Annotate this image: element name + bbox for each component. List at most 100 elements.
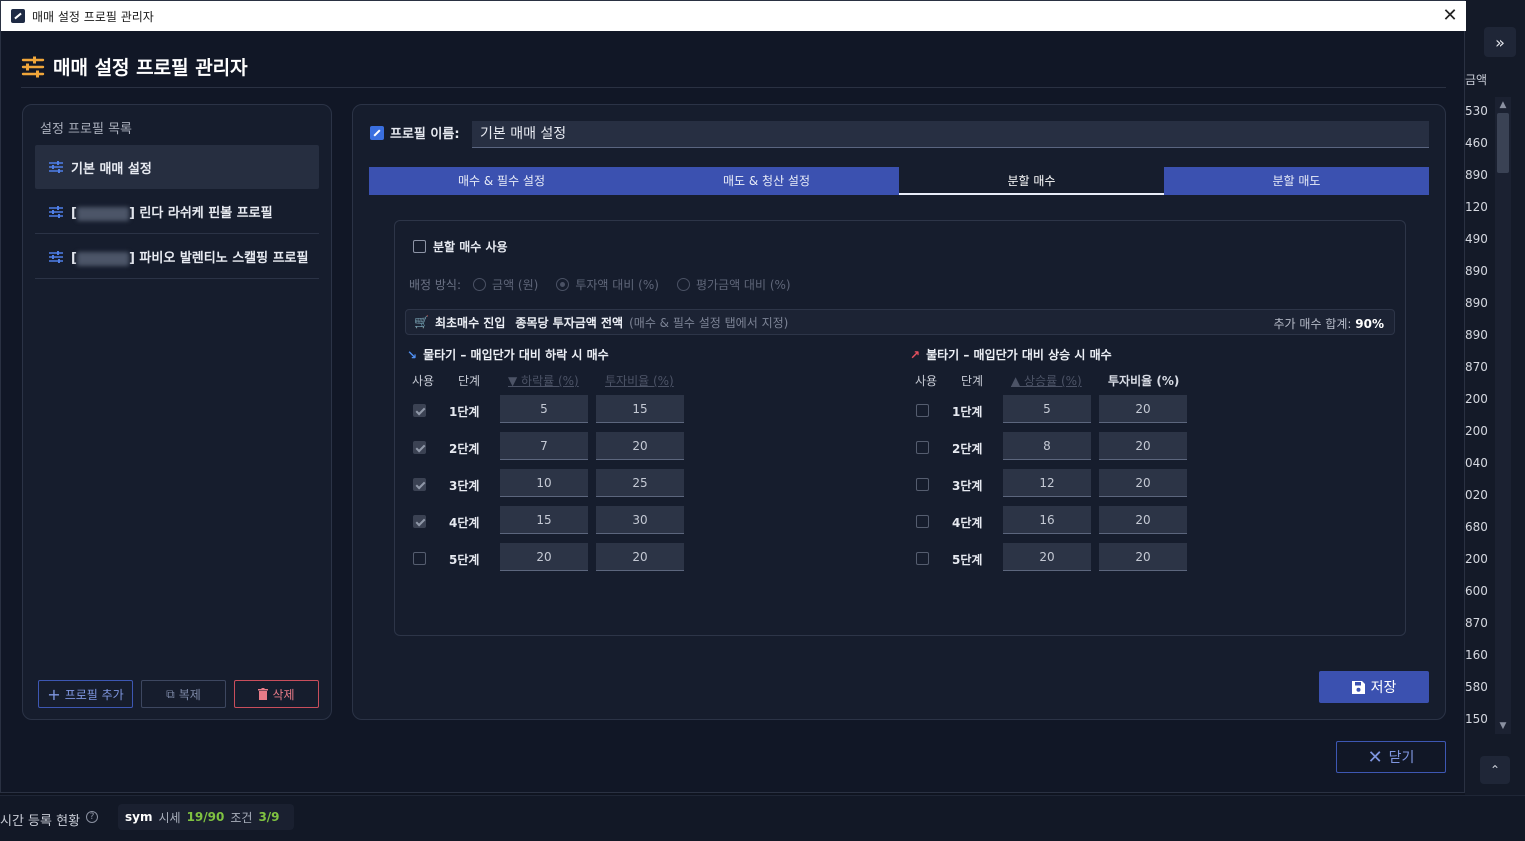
table-row: 4단계 15 30 (407, 503, 707, 540)
window-close-icon[interactable]: ✕ (1435, 3, 1465, 29)
tab-1[interactable]: 매수 & 필수 설정 (369, 167, 634, 195)
ratio-input[interactable]: 20 (1099, 395, 1187, 423)
pyramiding-up-title: 불타기 – 매입단가 대비 상승 시 매수 (926, 348, 1112, 362)
pyramiding-up-section: ↗ 불타기 – 매입단가 대비 상승 시 매수 사용 단계 ▲ 상승률 (%) … (910, 346, 1210, 577)
add-profile-button[interactable]: + 프로필 추가 (38, 680, 133, 708)
allocation-option[interactable]: 투자액 대비 (%) (556, 276, 659, 293)
split-buy-enable[interactable]: 분할 매수 사용 (413, 238, 508, 255)
copy-profile-label: 복제 (178, 687, 201, 702)
status-chip: sym 시세 19/90 조건 3/9 (118, 804, 294, 830)
step-enable-checkbox[interactable] (413, 404, 426, 417)
rate-input[interactable]: 5 (500, 395, 588, 423)
profile-item[interactable]: 기본 매매 설정 (35, 145, 319, 189)
allocation-option-label: 금액 (원) (492, 278, 539, 292)
profile-name-input[interactable]: 기본 매매 설정 (472, 121, 1429, 148)
profile-list-title: 설정 프로필 목록 (40, 122, 132, 137)
rate-input[interactable]: 20 (1003, 543, 1091, 571)
ratio-input[interactable]: 15 (596, 395, 684, 423)
ratio-input[interactable]: 30 (596, 506, 684, 534)
profile-manager-dialog: 매매 설정 프로필 관리자 ✕ 매매 설정 프로필 관리자 설정 프로필 목록 … (0, 0, 1466, 793)
col-step: 단계 (961, 374, 984, 388)
scroll-up-icon[interactable]: ▲ (1497, 99, 1509, 111)
scrollbar[interactable]: ▲ ▼ (1495, 97, 1511, 734)
additional-buy-total-label: 추가 매수 합계: (1273, 317, 1352, 331)
rate-input[interactable]: 5 (1003, 395, 1091, 423)
redacted-name (76, 251, 129, 266)
table-row: 5단계 20 20 (407, 540, 707, 577)
table-row: 2단계 7 20 (407, 429, 707, 466)
ratio-input[interactable]: 20 (1099, 432, 1187, 460)
split-buy-settings: 분할 매수 사용 배정 방식: 금액 (원) 투자액 대비 (%) 평가금액 대비 … (394, 220, 1406, 636)
profile-settings-panel: 프로필 이름: 기본 매매 설정 매수 & 필수 설정 매도 & 청산 설정 분할 … (352, 104, 1446, 720)
tab-2[interactable]: 매도 & 청산 설정 (634, 167, 899, 195)
tab-4[interactable]: 분할 매도 (1164, 167, 1429, 195)
step-label: 1단계 (449, 405, 480, 419)
step-enable-checkbox[interactable] (413, 478, 426, 491)
profile-item-label: [] 파비오 발렌티노 스캘핑 프로필 (71, 247, 308, 266)
radio-button[interactable] (556, 278, 570, 291)
ratio-input[interactable]: 20 (596, 432, 684, 460)
allocation-option[interactable]: 금액 (원) (473, 276, 538, 293)
rate-input[interactable]: 8 (1003, 432, 1091, 460)
allocation-option[interactable]: 평가금액 대비 (%) (676, 276, 791, 293)
table-row: 3단계 10 25 (407, 466, 707, 503)
ratio-input[interactable]: 20 (1099, 469, 1187, 497)
profile-item-label: [] 린다 라쉬케 핀볼 프로필 (71, 202, 273, 221)
help-icon[interactable]: ? (86, 811, 98, 823)
radio-button[interactable] (473, 278, 487, 291)
table-row: 3단계 12 20 (910, 466, 1210, 503)
add-profile-label: 프로필 추가 (64, 687, 124, 702)
profile-item[interactable]: [] 린다 라쉬케 핀볼 프로필 (35, 190, 319, 234)
table-row: 1단계 5 20 (910, 392, 1210, 429)
redacted-name (76, 206, 129, 221)
background-app-panel: » 금액 530 460 890 120 490 890 890 890 870 200 200 04… (1465, 0, 1525, 795)
scroll-top-button[interactable]: ⌃ (1480, 756, 1510, 784)
scroll-thumb[interactable] (1497, 113, 1509, 173)
title-bar: 매매 설정 프로필 관리자 ✕ (1, 1, 1466, 31)
close-dialog-button[interactable]: ✕ 닫기 (1336, 741, 1446, 773)
step-label: 5단계 (952, 553, 983, 567)
tab-3[interactable]: 분할 매수 (899, 167, 1164, 195)
amount-column-header: 금액 (1465, 73, 1488, 87)
rate-input[interactable]: 7 (500, 432, 588, 460)
rate-input[interactable]: 16 (1003, 506, 1091, 534)
step-enable-checkbox[interactable] (916, 552, 929, 565)
sliders-icon (49, 205, 63, 218)
scroll-down-icon[interactable]: ▼ (1497, 720, 1509, 732)
split-buy-checkbox[interactable] (413, 240, 426, 253)
rate-input[interactable]: 10 (500, 469, 588, 497)
rate-input[interactable]: 20 (500, 543, 588, 571)
delete-profile-button[interactable]: 삭제 (234, 680, 319, 708)
rate-input[interactable]: 12 (1003, 469, 1091, 497)
step-enable-checkbox[interactable] (916, 515, 929, 528)
averaging-down-header: 사용 단계 ▼ 하락률 (%) 투자비율 (%) (407, 372, 707, 390)
step-enable-checkbox[interactable] (916, 404, 929, 417)
ratio-input[interactable]: 20 (1099, 543, 1187, 571)
save-label: 저장 (1370, 680, 1397, 696)
ratio-input[interactable]: 25 (596, 469, 684, 497)
save-button[interactable]: 저장 (1319, 671, 1429, 703)
window-title: 매매 설정 프로필 관리자 (32, 10, 154, 24)
col-use: 사용 (412, 374, 435, 388)
save-icon (1351, 680, 1365, 694)
copy-profile-button[interactable]: ⧉ 복제 (141, 680, 226, 708)
profile-item-label: 기본 매매 설정 (71, 158, 152, 177)
expand-panel-button[interactable]: » (1484, 27, 1516, 57)
edit-icon (370, 125, 384, 140)
averaging-down-title: 물타기 – 매입단가 대비 하락 시 매수 (423, 348, 609, 362)
status-label: 시간 등록 현황 (0, 814, 81, 829)
step-enable-checkbox[interactable] (413, 441, 426, 454)
radio-button[interactable] (676, 278, 690, 291)
rate-input[interactable]: 15 (500, 506, 588, 534)
ratio-input[interactable]: 20 (596, 543, 684, 571)
step-label: 2단계 (952, 442, 983, 456)
profile-item[interactable]: [] 파비오 발렌티노 스캘핑 프로필 (35, 235, 319, 279)
initial-buy-info-bar: 🛒 최초매수 진입 종목당 투자금액 전액 (매수 & 필수 설정 탭에서 지정… (405, 309, 1395, 335)
profile-item-name: ] 파비오 발렌티노 스캘핑 프로필 (128, 251, 309, 266)
step-enable-checkbox[interactable] (916, 478, 929, 491)
step-enable-checkbox[interactable] (413, 552, 426, 565)
pyramiding-up-header: 사용 단계 ▲ 상승률 (%) 투자비율 (%) (910, 372, 1210, 390)
ratio-input[interactable]: 20 (1099, 506, 1187, 534)
step-enable-checkbox[interactable] (916, 441, 929, 454)
step-enable-checkbox[interactable] (413, 515, 426, 528)
